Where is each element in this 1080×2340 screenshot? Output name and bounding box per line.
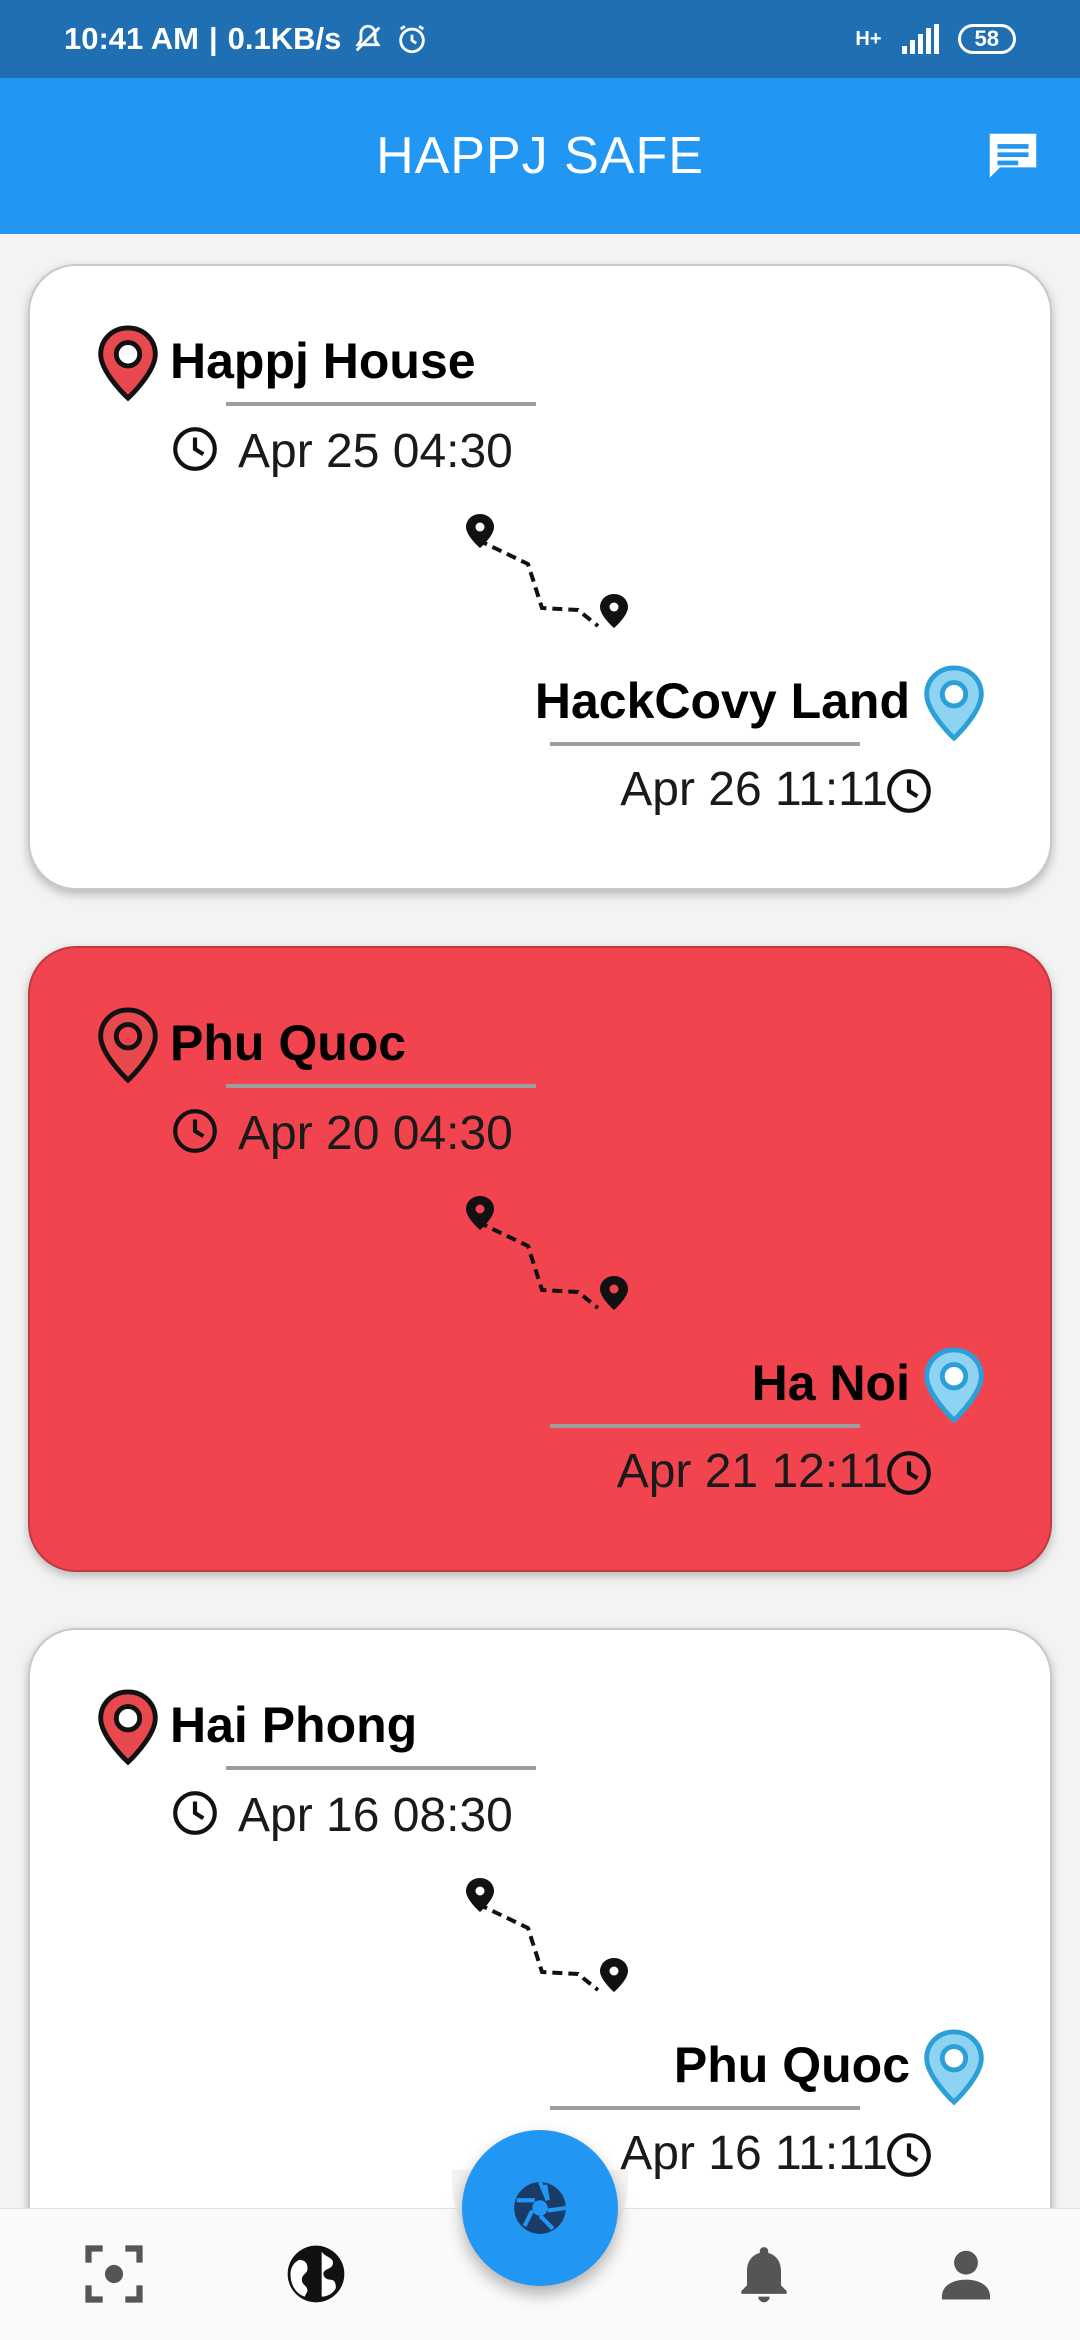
- clock-icon: [887, 2133, 931, 2177]
- trip-card-highlighted[interactable]: Phu Quoc Apr 20 04:30 Ha Noi Apr 21 12:1…: [28, 946, 1052, 1572]
- status-left: 10:41 AM | 0.1KB/s: [64, 21, 429, 57]
- route-icon: [466, 514, 628, 628]
- destination-name: HackCovy Land: [534, 673, 910, 729]
- destination-name: Phu Quoc: [673, 2037, 910, 2093]
- origin-divider: [226, 1084, 536, 1088]
- destination-pin-icon: [924, 2029, 984, 2106]
- destination-pin-icon: [924, 665, 984, 742]
- origin-pin-icon: [98, 1007, 158, 1084]
- clock-icon: [887, 769, 931, 813]
- clock-icon: [173, 1791, 217, 1835]
- origin-divider: [226, 1766, 536, 1770]
- origin-divider: [226, 402, 536, 406]
- clock-icon: [173, 1109, 217, 1153]
- camera-fab-button[interactable]: [462, 2130, 618, 2286]
- origin-pin-icon: [98, 1689, 158, 1766]
- network-type: H+: [855, 27, 882, 50]
- status-bar: 10:41 AM | 0.1KB/s H+ 58: [0, 0, 1080, 78]
- route-icon: [466, 1878, 628, 1992]
- bell-icon[interactable]: [730, 2240, 798, 2308]
- status-separator: |: [208, 21, 218, 56]
- signal-icon: [901, 24, 939, 54]
- destination-time: Apr 26 11:11: [620, 763, 888, 816]
- trip-card[interactable]: Happj House Apr 25 04:30 HackCovy Land A…: [28, 264, 1052, 890]
- origin-time: Apr 16 08:30: [238, 1789, 513, 1842]
- battery-level: 58: [974, 26, 999, 51]
- origin-name: Hai Phong: [170, 1697, 418, 1753]
- destination-pin-icon: [924, 1347, 984, 1424]
- app-title: HAPPJ SAFE: [376, 127, 704, 185]
- clock-icon: [887, 1451, 931, 1495]
- clock-icon: [173, 427, 217, 471]
- destination-name: Ha Noi: [751, 1355, 910, 1411]
- route-icon: [466, 1196, 628, 1310]
- profile-icon[interactable]: [932, 2240, 1000, 2308]
- globe-icon[interactable]: [282, 2240, 350, 2308]
- status-right: H+ 58: [855, 24, 1016, 54]
- origin-name: Happj House: [170, 333, 476, 389]
- status-speed: 0.1KB/s: [227, 21, 342, 56]
- destination-divider: [550, 742, 860, 746]
- battery-indicator: 58: [957, 24, 1016, 54]
- mute-icon: [355, 24, 381, 52]
- origin-time: Apr 25 04:30: [238, 425, 513, 478]
- camera-shutter-icon: [514, 2181, 567, 2234]
- status-time: 10:41 AM: [64, 21, 199, 56]
- scan-icon[interactable]: [80, 2240, 148, 2308]
- origin-time: Apr 20 04:30: [238, 1107, 513, 1160]
- trip-list: Happj House Apr 25 04:30 HackCovy Land A…: [0, 234, 1080, 2208]
- destination-time: Apr 21 12:11: [616, 1445, 888, 1498]
- message-icon[interactable]: [982, 126, 1044, 188]
- destination-divider: [550, 2106, 860, 2110]
- alarm-icon: [399, 25, 426, 54]
- destination-divider: [550, 1424, 860, 1428]
- trip-card[interactable]: Hai Phong Apr 16 08:30 Phu Quoc Apr 16 1…: [28, 1628, 1052, 2208]
- origin-pin-icon: [98, 325, 158, 402]
- origin-name: Phu Quoc: [170, 1015, 407, 1071]
- destination-time: Apr 16 11:11: [620, 2127, 888, 2180]
- app-bar: HAPPJ SAFE: [0, 78, 1080, 234]
